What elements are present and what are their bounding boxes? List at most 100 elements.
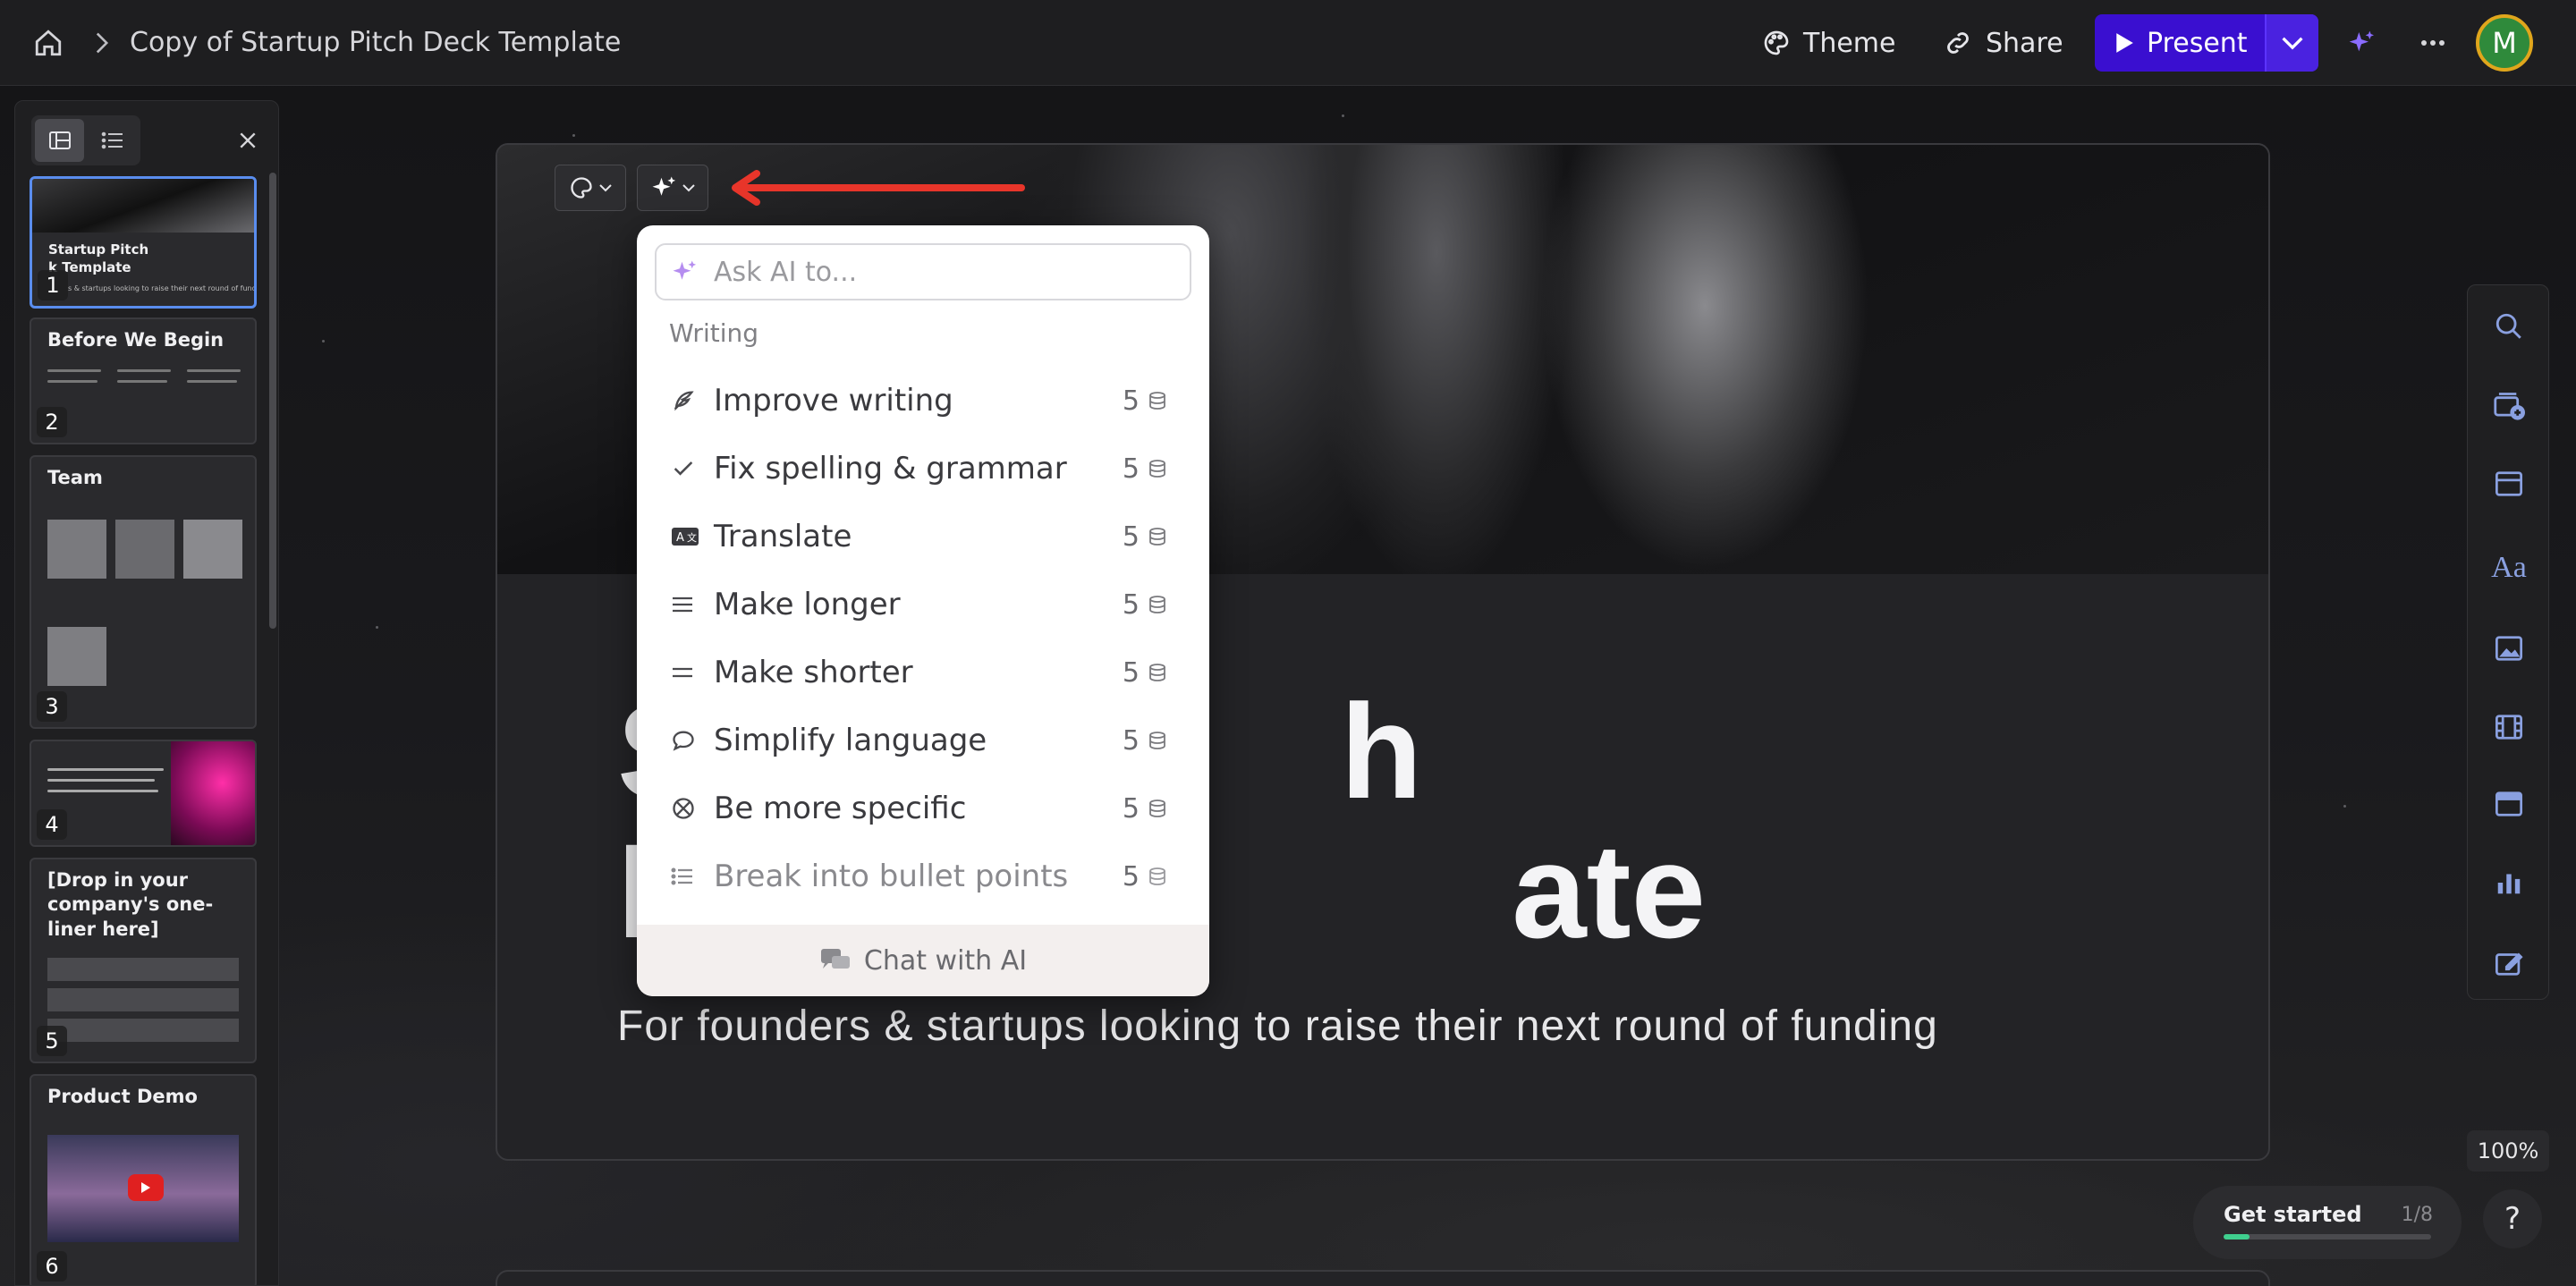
style-menu-button[interactable]	[555, 165, 626, 211]
help-button[interactable]: ?	[2483, 1189, 2542, 1248]
slide-thumbnail-5[interactable]: [Drop in your company's one-liner here] …	[30, 858, 257, 1063]
present-button[interactable]: Present	[2095, 14, 2265, 72]
credits-icon	[1149, 867, 1165, 885]
thumb-text	[47, 790, 158, 792]
credits-icon	[1149, 732, 1165, 749]
thumb-text	[117, 380, 167, 383]
slide-number: 3	[37, 691, 67, 722]
text-icon[interactable]: Aa	[2489, 548, 2529, 588]
chevron-down-icon	[599, 184, 612, 192]
thumb-text	[187, 380, 237, 383]
slide-subtitle[interactable]: For founders & startups looking to raise…	[617, 1002, 1938, 1051]
card-view-icon	[48, 131, 71, 149]
lines-icon	[655, 595, 699, 614]
credit-count: 5	[1122, 792, 1140, 825]
credits-icon	[1149, 392, 1165, 410]
menu-item-label: Be more specific	[714, 791, 967, 826]
present-options-button[interactable]	[2265, 14, 2318, 72]
image-icon[interactable]	[2489, 629, 2529, 668]
more-options-icon[interactable]	[2415, 25, 2451, 61]
thumb-title: Before We Begin	[47, 329, 225, 351]
credits-icon	[1149, 528, 1165, 546]
slide-number: 6	[37, 1251, 67, 1282]
form-edit-icon[interactable]	[2489, 943, 2529, 983]
close-icon[interactable]	[230, 123, 266, 158]
credit-cost: 5	[1123, 861, 1191, 893]
short-lines-icon	[655, 663, 699, 682]
menu-item-make-longer[interactable]: Make longer 5	[655, 572, 1191, 637]
menu-item-make-shorter[interactable]: Make shorter 5	[655, 640, 1191, 705]
thumb-block	[47, 958, 239, 981]
layout-icon[interactable]	[2489, 464, 2529, 503]
red-arrow-annotation	[732, 170, 1025, 206]
thumb-text	[47, 369, 101, 372]
translate-icon: A文	[655, 526, 699, 547]
video-icon[interactable]	[2489, 707, 2529, 747]
home-icon[interactable]	[30, 25, 66, 61]
thumb-text	[47, 768, 164, 771]
ai-dropdown-menu: Writing Improve writing 5 Fix spelling &…	[637, 225, 1209, 996]
slide-thumbnail-3[interactable]: Team 3	[30, 455, 257, 729]
credit-count: 5	[1122, 385, 1140, 417]
ai-sparkle-icon[interactable]	[2343, 25, 2379, 61]
menu-item-simplify-language[interactable]: Simplify language 5	[655, 708, 1191, 773]
zoom-level[interactable]: 100%	[2467, 1130, 2549, 1172]
get-started-progress-text: 1/8	[2401, 1204, 2433, 1226]
star	[1342, 114, 1344, 117]
ask-ai-input[interactable]	[714, 256, 1179, 288]
top-bar: Copy of Startup Pitch Deck Template Them…	[0, 0, 2576, 86]
slide-thumbnail-6[interactable]: Product Demo 6	[30, 1074, 257, 1285]
slide-number: 4	[37, 809, 67, 840]
thumb-block	[47, 988, 239, 1011]
thumb-title: Product Demo	[47, 1086, 198, 1107]
credit-cost: 5	[1123, 793, 1191, 825]
credit-count: 5	[1122, 656, 1140, 689]
share-label: Share	[1986, 27, 2063, 59]
view-toggle	[31, 115, 140, 165]
menu-item-label: Make longer	[714, 587, 901, 622]
menu-item-be-more-specific[interactable]: Be more specific 5	[655, 776, 1191, 841]
thumb-title: Team	[47, 467, 103, 488]
target-icon	[655, 796, 699, 821]
search-icon[interactable]	[2489, 307, 2529, 346]
list-view-button[interactable]	[88, 119, 137, 162]
credits-icon	[1149, 596, 1165, 613]
avatar[interactable]: M	[2476, 14, 2533, 72]
chat-with-ai-button[interactable]: Chat with AI	[637, 925, 1209, 996]
slide-thumbnail-1[interactable]: Startup Pitch k Template s & startups lo…	[30, 176, 257, 309]
theme-button[interactable]: Theme	[1762, 20, 1895, 66]
youtube-play-icon[interactable]	[128, 1174, 164, 1201]
ai-menu-button[interactable]	[637, 165, 708, 211]
embed-icon[interactable]	[2489, 784, 2529, 824]
thumb-title: [Drop in your company's one-liner here]	[47, 869, 214, 940]
ask-ai-field[interactable]	[655, 243, 1191, 300]
palette-icon	[571, 177, 592, 199]
progress-fill	[2224, 1234, 2250, 1239]
chat-with-ai-label: Chat with AI	[863, 944, 1028, 977]
get-started-widget[interactable]: Get started 1/8	[2193, 1186, 2462, 1259]
add-card-icon[interactable]	[2489, 385, 2529, 425]
menu-item-translate[interactable]: A文 Translate 5	[655, 504, 1191, 569]
scrollbar[interactable]	[269, 173, 276, 629]
credit-count: 5	[1122, 724, 1140, 757]
doc-title[interactable]: Copy of Startup Pitch Deck Template	[130, 27, 621, 58]
progress-track	[2224, 1234, 2431, 1239]
bullet-list-icon	[655, 867, 699, 886]
credit-cost: 5	[1123, 657, 1191, 689]
thumb-image	[32, 179, 254, 233]
menu-item-fix-spelling[interactable]: Fix spelling & grammar 5	[655, 436, 1191, 501]
right-toolbar: Aa	[2467, 284, 2549, 1000]
list-icon	[101, 131, 123, 149]
team-photo	[183, 520, 242, 579]
theme-label: Theme	[1803, 27, 1896, 59]
star	[376, 626, 378, 629]
chart-icon[interactable]	[2489, 863, 2529, 902]
slide-thumbnail-4[interactable]: 4	[30, 740, 257, 847]
present-label: Present	[2147, 27, 2248, 59]
menu-item-improve-writing[interactable]: Improve writing 5	[655, 368, 1191, 433]
slide-thumbnail-2[interactable]: Before We Begin 2	[30, 317, 257, 444]
menu-item-bullet-points[interactable]: Break into bullet points 5	[655, 844, 1191, 909]
next-slide-canvas[interactable]	[496, 1270, 2270, 1286]
grid-view-button[interactable]	[35, 119, 84, 162]
share-button[interactable]: Share	[1943, 20, 2063, 66]
